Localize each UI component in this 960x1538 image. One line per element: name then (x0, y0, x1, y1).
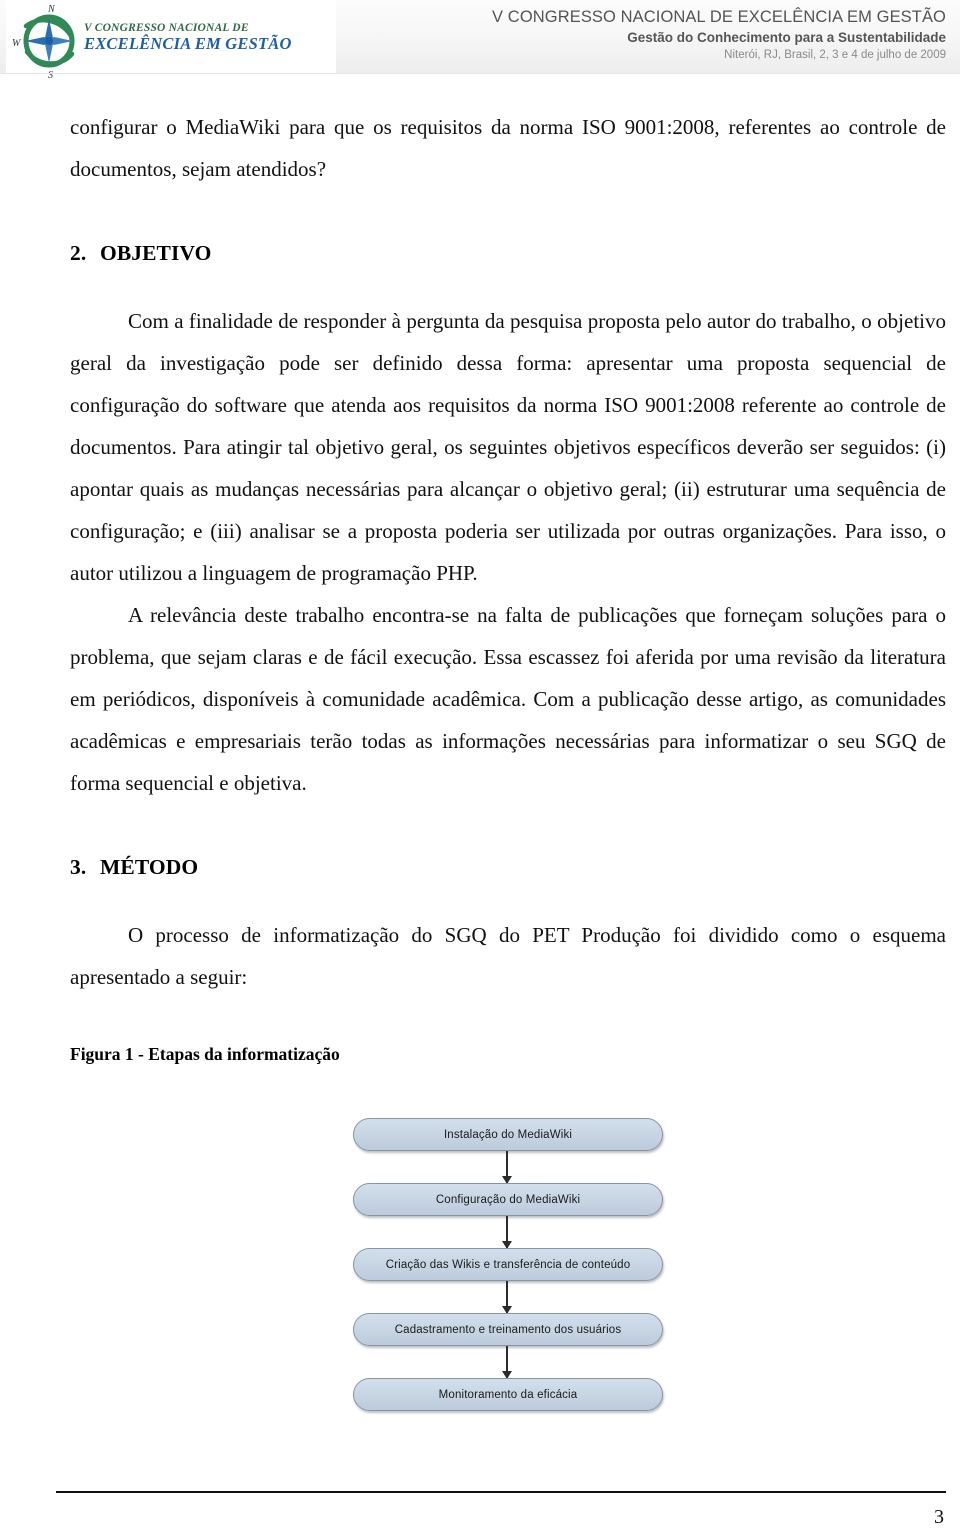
flow-step-label: Cadastramento e treinamento dos usuários (394, 1323, 622, 1336)
continued-paragraph: configurar o MediaWiki para que os requi… (70, 115, 946, 181)
flow-arrow-3 (502, 1281, 512, 1314)
flow-step-instalacao: Instalação do MediaWiki (353, 1118, 663, 1151)
flow-step-label: Monitoramento da eficácia (438, 1388, 578, 1401)
congress-logo: N S W V CONGRESSO NACIONAL DE EXCELÊNCIA… (6, 0, 336, 82)
page-content: configurar o MediaWiki para que os requi… (70, 106, 946, 1068)
flow-step-configuracao: Configuração do MediaWiki (353, 1183, 663, 1216)
compass-north-label: N (47, 4, 56, 15)
heading-objetivo-title: OBJETIVO (100, 241, 212, 265)
metodo-paragraph-1: O processo de informatização do SGQ do P… (70, 923, 946, 989)
logo-wordmark: V CONGRESSO NACIONAL DE EXCELÊNCIA EM GE… (84, 22, 334, 53)
flow-step-label: Instalação do MediaWiki (443, 1128, 573, 1141)
figure-caption: Figura 1 - Etapas da informatização (70, 1044, 340, 1064)
flow-step-label: Criação das Wikis e transferência de con… (385, 1258, 631, 1271)
logo-line-2: EXCELÊNCIA EM GESTÃO (84, 33, 292, 53)
flowchart-etapas-informatizacao: Instalação do MediaWiki Configuração do … (0, 1113, 960, 1423)
flow-arrow-2 (502, 1216, 512, 1249)
flow-arrow-4 (502, 1346, 512, 1379)
header-title-block: V CONGRESSO NACIONAL DE EXCELÊNCIA EM GE… (492, 7, 946, 64)
document-page: N S W V CONGRESSO NACIONAL DE EXCELÊNCIA… (0, 0, 960, 1538)
compass-rose-icon: N S W (12, 2, 86, 81)
objetivo-paragraph-2: A relevância deste trabalho encontra-se … (70, 603, 946, 795)
flow-step-cadastramento: Cadastramento e treinamento dos usuários (353, 1313, 663, 1346)
heading-metodo: 3. MÉTODO (70, 846, 946, 888)
heading-objetivo: 2. OBJETIVO (70, 232, 946, 274)
flow-step-label: Configuração do MediaWiki (435, 1193, 581, 1206)
congress-subtitle: Gestão do Conhecimento para a Sustentabi… (627, 29, 946, 45)
congress-title: V CONGRESSO NACIONAL DE EXCELÊNCIA EM GE… (492, 8, 946, 26)
flow-arrow-1 (502, 1151, 512, 1184)
compass-south-label: S (48, 70, 53, 80)
compass-west-label: W (12, 38, 22, 49)
page-header: N S W V CONGRESSO NACIONAL DE EXCELÊNCIA… (0, 0, 960, 82)
flow-step-criacao-wikis: Criação das Wikis e transferência de con… (353, 1248, 663, 1281)
heading-metodo-number: 3. (70, 855, 87, 879)
footer-divider (56, 1491, 946, 1493)
objetivo-paragraph-1: Com a finalidade de responder à pergunta… (70, 309, 946, 585)
congress-date-location: Niterói, RJ, Brasil, 2, 3 e 4 de julho d… (724, 49, 946, 62)
page-number: 3 (934, 1506, 944, 1528)
flow-step-monitoramento: Monitoramento da eficácia (353, 1378, 663, 1411)
logo-line-1: V CONGRESSO NACIONAL DE (84, 22, 249, 34)
heading-metodo-title: MÉTODO (100, 855, 199, 879)
heading-objetivo-number: 2. (70, 241, 87, 265)
